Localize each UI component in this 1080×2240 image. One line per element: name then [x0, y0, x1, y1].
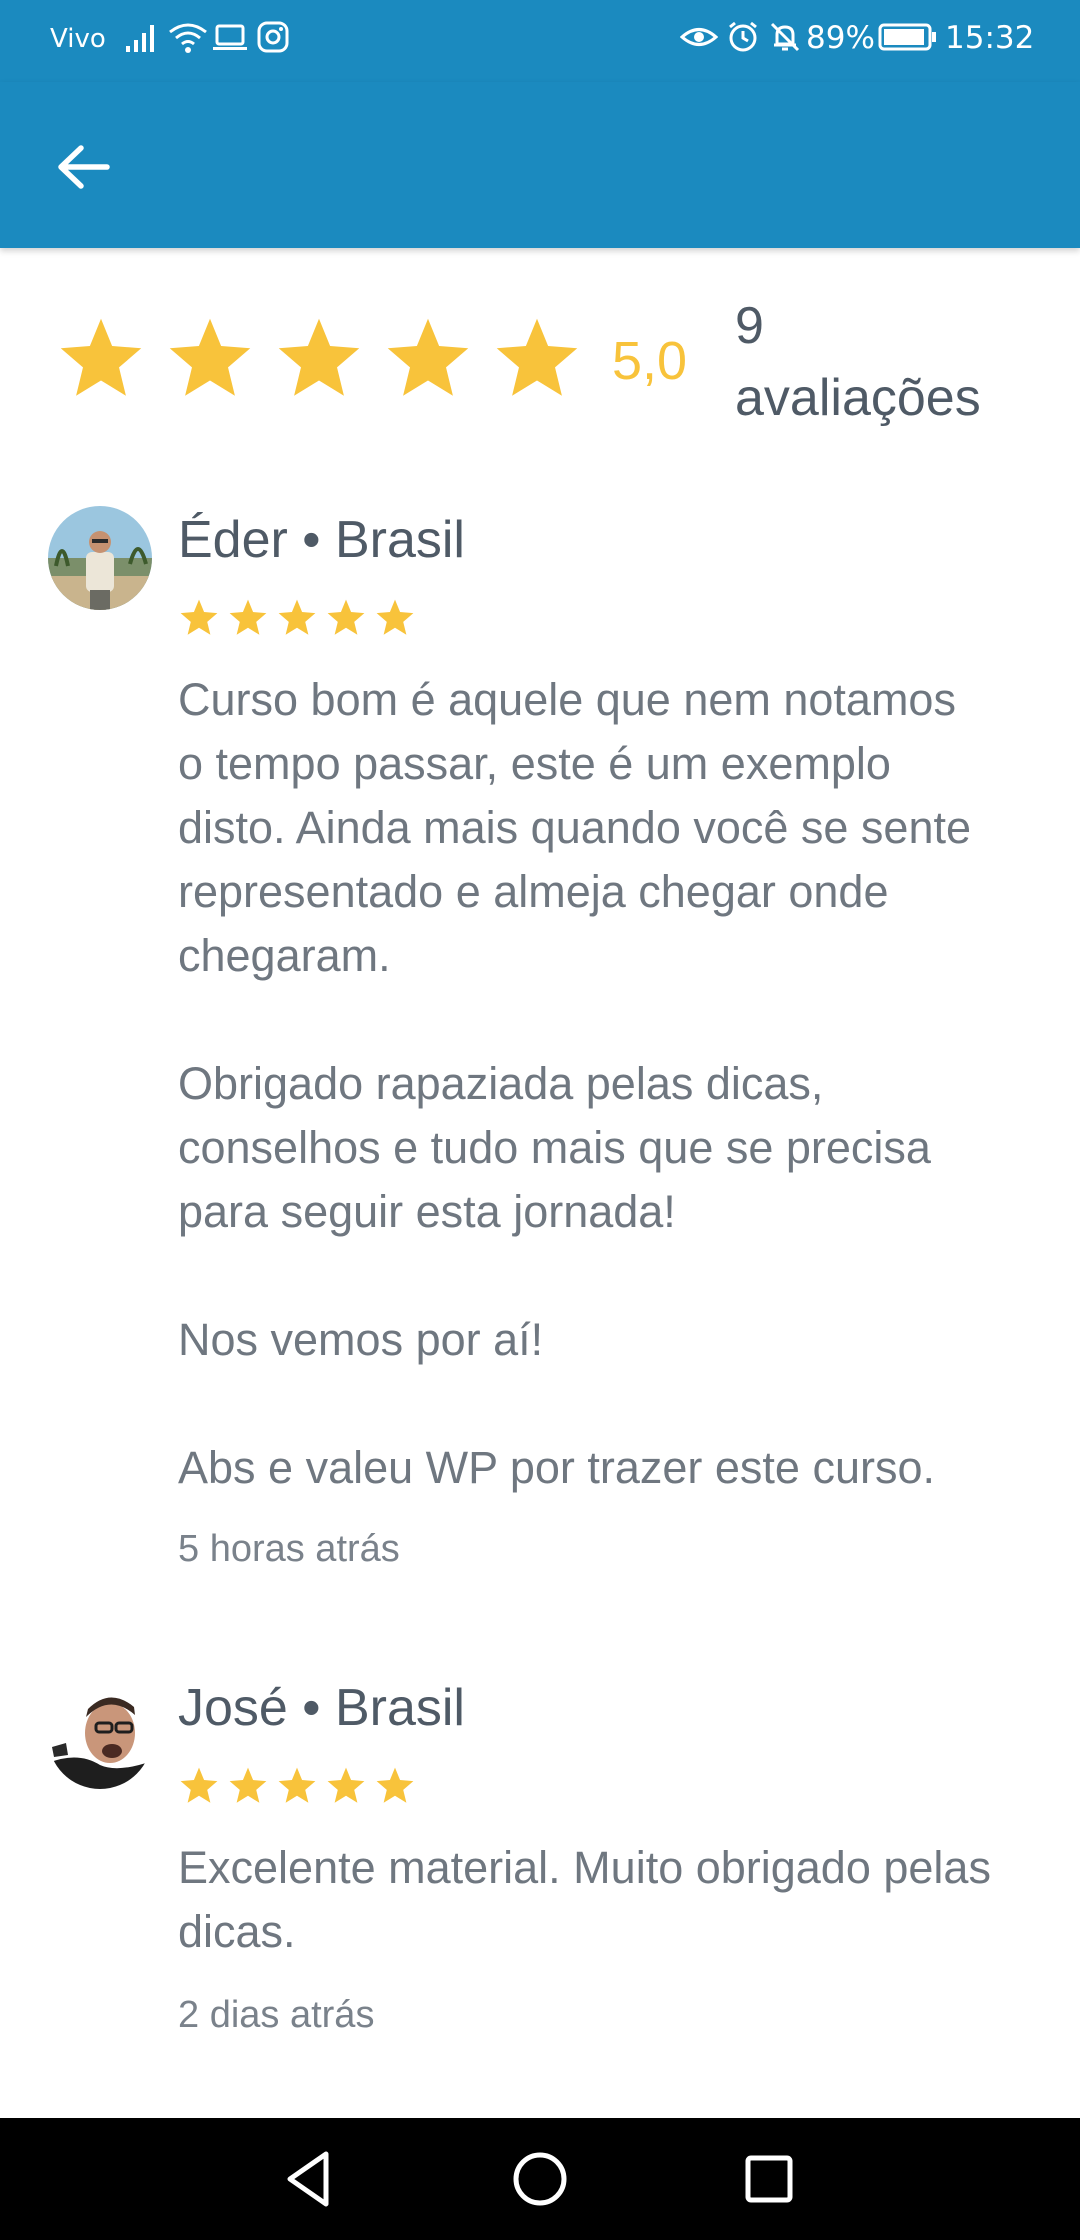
- battery-percentage: 89%: [806, 20, 875, 56]
- reviewer-name: Éder • Brasil: [178, 511, 465, 569]
- review-count-number: 9: [735, 297, 764, 355]
- review-text: Curso bom é aquele que nem notamos o tem…: [178, 674, 972, 1493]
- rating-summary: 5,0 9 avaliações: [0, 248, 1080, 448]
- review-time: 2 dias atrás: [178, 1994, 375, 2036]
- status-bar: Vivo 89% 15:32: [0, 0, 1080, 82]
- eye-icon: [679, 20, 719, 58]
- average-rating: 5,0: [612, 331, 688, 391]
- avatar[interactable]: [48, 506, 152, 610]
- review-count: 9 avaliações: [735, 290, 981, 434]
- system-nav-bar: [0, 2118, 1080, 2240]
- battery-icon: [878, 20, 938, 58]
- review-text: Excelente material. Muito obrigado pelas…: [178, 1842, 991, 1957]
- star-icon: [178, 597, 220, 639]
- back-triangle-icon[interactable]: [276, 2146, 342, 2212]
- laptop-icon: [212, 20, 248, 58]
- bell-off-icon: [768, 20, 802, 58]
- signal-icon: [124, 20, 160, 58]
- star-icon: [374, 1765, 416, 1807]
- review-count-label: avaliações: [735, 369, 981, 427]
- alarm-icon: [726, 20, 760, 58]
- star-icon: [273, 313, 365, 405]
- wifi-icon: [168, 20, 208, 58]
- carrier-label: Vivo: [50, 24, 106, 54]
- star-icon: [55, 313, 147, 405]
- clock: 15:32: [945, 20, 1035, 56]
- recents-square-icon[interactable]: [736, 2146, 802, 2212]
- star-icon: [374, 597, 416, 639]
- review-stars: [178, 597, 416, 639]
- star-icon: [164, 313, 256, 405]
- star-icon: [276, 1765, 318, 1807]
- avatar[interactable]: [48, 1685, 152, 1789]
- arrow-left-icon: [58, 145, 110, 189]
- star-icon: [276, 597, 318, 639]
- review-time: 5 horas atrás: [178, 1528, 400, 1570]
- average-stars: [55, 313, 583, 405]
- home-circle-icon[interactable]: [507, 2146, 573, 2212]
- star-icon: [227, 1765, 269, 1807]
- back-button[interactable]: [48, 132, 118, 202]
- star-icon: [227, 597, 269, 639]
- reviewer-name: José • Brasil: [178, 1679, 465, 1737]
- star-icon: [491, 313, 583, 405]
- star-icon: [382, 313, 474, 405]
- star-icon: [178, 1765, 220, 1807]
- star-icon: [325, 1765, 367, 1807]
- app-bar: [0, 82, 1080, 248]
- review-stars: [178, 1765, 416, 1807]
- star-icon: [325, 597, 367, 639]
- instagram-icon: [256, 20, 290, 58]
